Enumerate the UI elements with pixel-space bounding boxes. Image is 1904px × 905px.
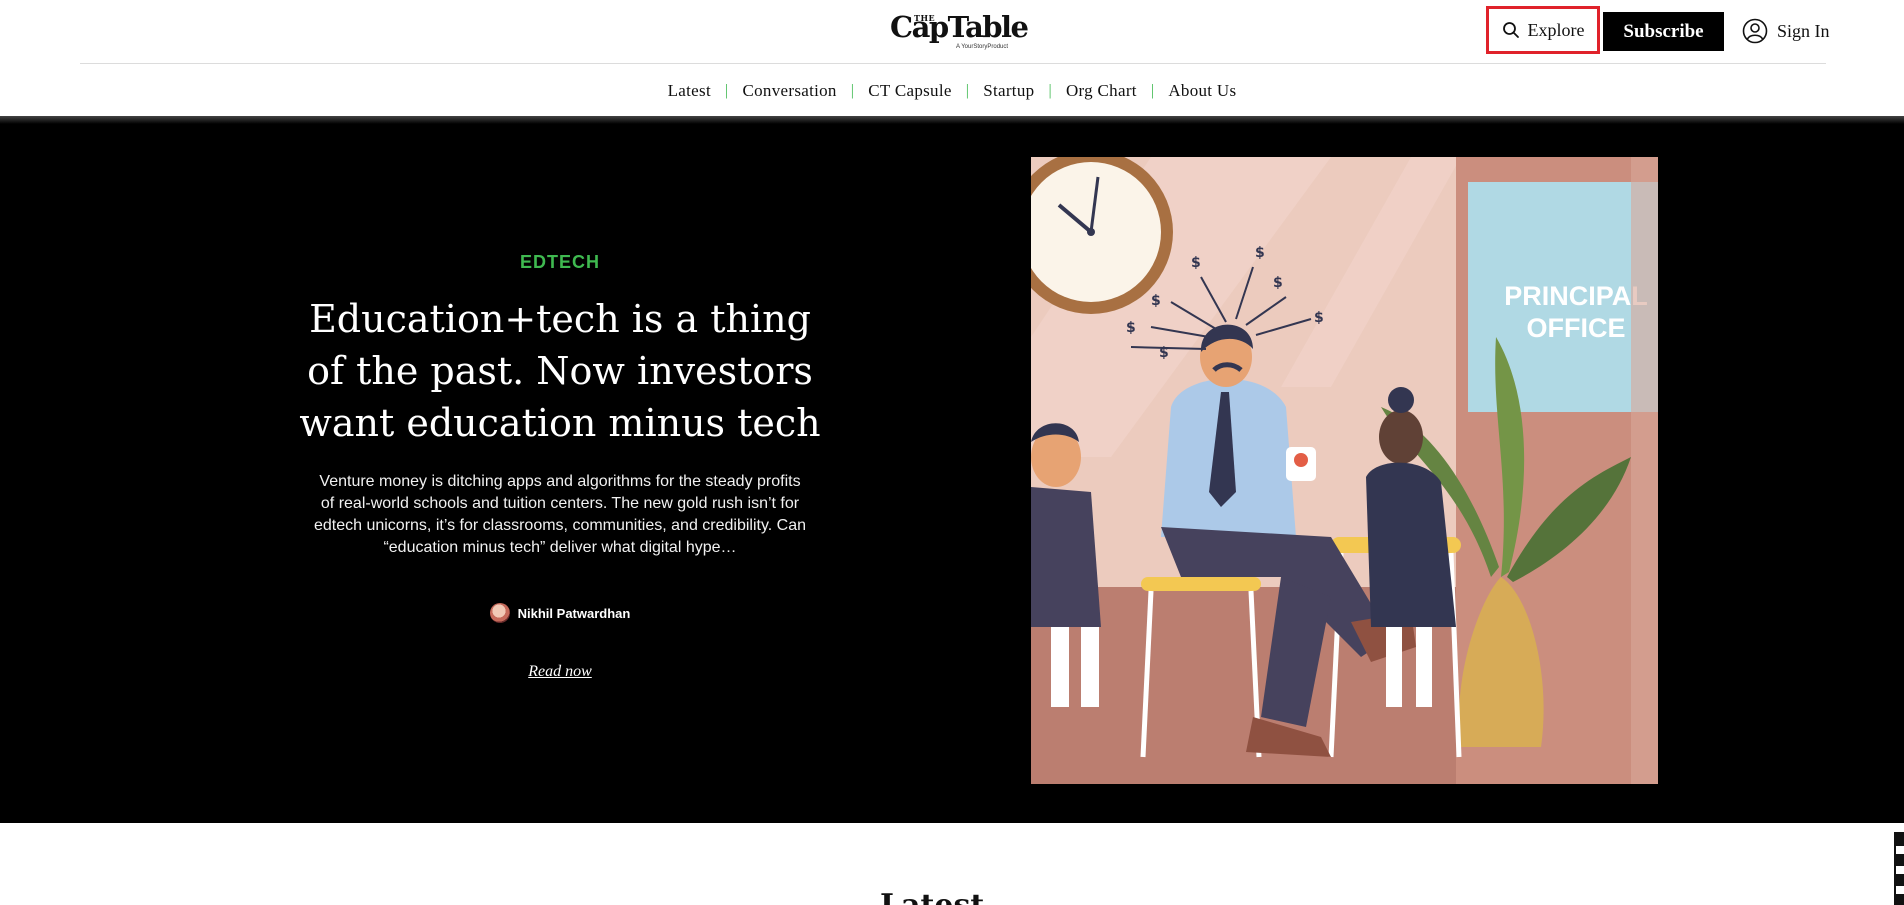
main-nav: Latest | Conversation | CT Capsule | Sta… xyxy=(0,76,1904,106)
floating-side-widget[interactable] xyxy=(1894,832,1904,905)
nav-separator: | xyxy=(724,82,729,99)
nav-separator: | xyxy=(1048,82,1052,99)
author-byline[interactable]: Nikhil Patwardhan xyxy=(290,603,830,623)
nav-item-about-us[interactable]: About Us xyxy=(1166,81,1238,101)
side-widget-icon xyxy=(1896,866,1904,874)
nav-item-org-chart[interactable]: Org Chart xyxy=(1064,81,1139,101)
read-now-link[interactable]: Read now xyxy=(528,663,592,681)
hero-excerpt: Venture money is ditching apps and algor… xyxy=(313,473,807,556)
site-logo[interactable]: CapTable THE A YourStoryProduct xyxy=(890,8,1029,50)
hero-headline[interactable]: Education+tech is a thing of the past. N… xyxy=(290,293,830,449)
hero-top-shadow xyxy=(0,116,1904,124)
nav-item-latest[interactable]: Latest xyxy=(666,81,713,101)
nav-item-startup[interactable]: Startup xyxy=(981,81,1036,101)
side-widget-icon xyxy=(1896,846,1904,854)
avatar xyxy=(489,603,510,623)
category-tag[interactable]: EDTECH xyxy=(290,252,830,273)
logo-the: THE xyxy=(914,13,936,23)
nav-separator: | xyxy=(850,82,855,99)
search-icon xyxy=(1502,22,1519,38)
sign-in-link[interactable]: Sign In xyxy=(1742,16,1830,46)
nav-separator: | xyxy=(965,82,970,99)
header-divider xyxy=(80,63,1826,64)
logo-subtitle: A YourStoryProduct xyxy=(956,44,1009,50)
sign-in-label: Sign In xyxy=(1777,20,1830,41)
logo-wordmark: CapTable xyxy=(890,10,1029,44)
author-name: Nikhil Patwardhan xyxy=(517,605,631,621)
subscribe-button[interactable]: Subscribe xyxy=(1603,12,1724,51)
hero-text-block: EDTECH Education+tech is a thing of the … xyxy=(290,248,830,681)
explore-button[interactable]: Explore xyxy=(1486,6,1600,54)
top-header: CapTable THE A YourStoryProduct Explore … xyxy=(0,0,1904,116)
nav-item-conversation[interactable]: Conversation xyxy=(740,81,838,101)
explore-label: Explore xyxy=(1527,19,1585,40)
side-widget-icon xyxy=(1896,886,1904,894)
hero-illustration-art: PRINCIPAL OFFICE $$ $$ $$ $ xyxy=(1031,157,1658,784)
user-icon xyxy=(1742,18,1768,44)
hero-illustration[interactable]: PRINCIPAL OFFICE $ $ $ $ $ $ $ xyxy=(1031,157,1658,784)
nav-item-ct-capsule[interactable]: CT Capsule xyxy=(866,81,953,101)
latest-section-heading: Latest xyxy=(880,884,984,905)
nav-separator: | xyxy=(1150,82,1155,99)
